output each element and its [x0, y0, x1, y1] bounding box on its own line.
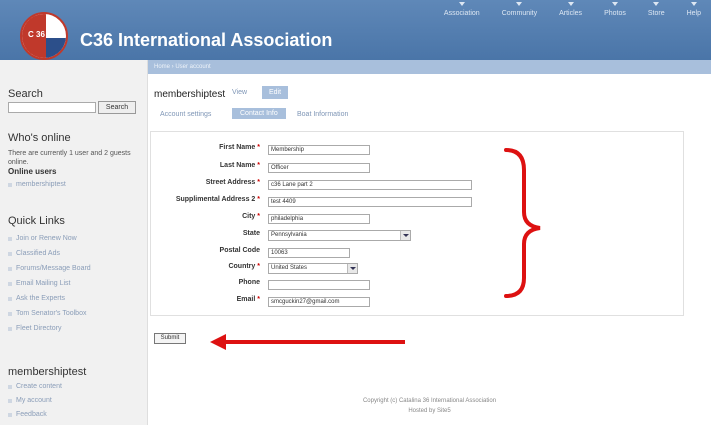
footer-hosted[interactable]: Hosted by Site5 [148, 408, 711, 414]
annotation-arrow-head [210, 334, 226, 350]
annotation-brace [504, 148, 541, 298]
footer-copyright: Copyright (c) Catalina 36 International … [362, 398, 497, 404]
annotation-overlay [210, 148, 541, 350]
